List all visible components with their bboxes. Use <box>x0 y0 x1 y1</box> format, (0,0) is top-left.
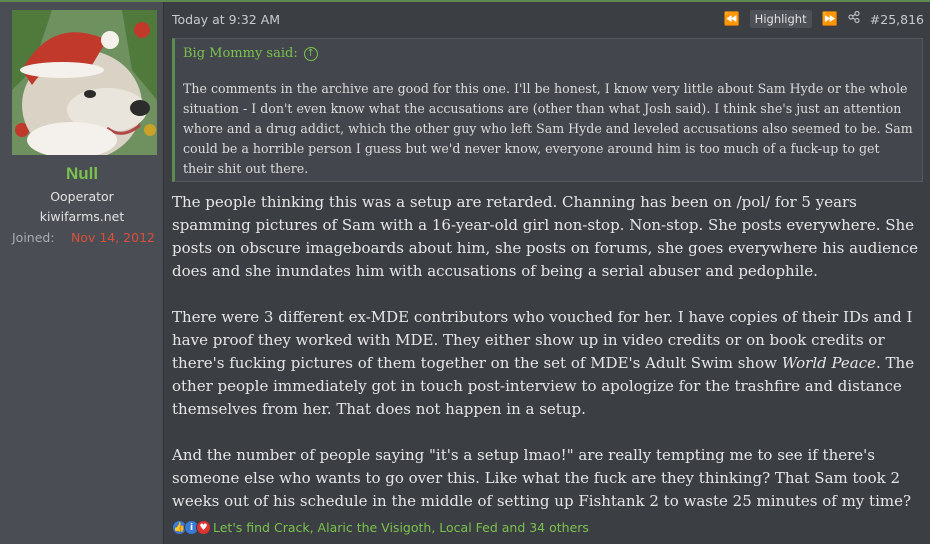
reaction-icons[interactable]: 👍 i ♥ <box>172 520 211 535</box>
joined-date: Nov 14, 2012 <box>70 230 155 245</box>
show-title: World Peace <box>781 354 877 372</box>
post-main: Today at 9:32 AM ⏪ Highlight ⏩ #25,816 B… <box>165 2 930 544</box>
love-reaction-icon: ♥ <box>196 520 211 535</box>
post-paragraph: There were 3 different ex-MDE contributo… <box>172 308 915 418</box>
username[interactable]: Null <box>0 164 164 184</box>
post-actions: ⏪ Highlight ⏩ #25,816 <box>723 10 924 28</box>
forum-post: Null Ooperator kiwifarms.net Joined: Nov… <box>0 0 930 544</box>
quote-header[interactable]: Big Mommy said: ↑ <box>183 46 318 61</box>
quote-jump-icon[interactable]: ↑ <box>303 46 318 61</box>
avatar[interactable] <box>12 10 157 155</box>
reactions-summary[interactable]: Let's find Crack, Alaric the Visigoth, L… <box>213 520 589 535</box>
post-paragraph: The people thinking this was a setup are… <box>172 193 918 280</box>
first-post-icon[interactable]: ⏪ <box>723 12 739 27</box>
user-sidebar: Null Ooperator kiwifarms.net Joined: Nov… <box>0 2 164 544</box>
post-paragraph: And the number of people saying "it's a … <box>172 446 912 510</box>
joined-label: Joined: <box>12 230 55 245</box>
quote-author[interactable]: Big Mommy said: <box>183 46 298 61</box>
last-post-icon[interactable]: ⏩ <box>822 12 838 27</box>
user-title: Ooperator <box>50 189 114 204</box>
post-body: The people thinking this was a setup are… <box>172 191 927 536</box>
user-banner: kiwifarms.net <box>39 209 125 224</box>
post-timestamp[interactable]: Today at 9:32 AM <box>172 12 280 27</box>
quote-block: Big Mommy said: ↑ The comments in the ar… <box>172 38 923 182</box>
share-icon[interactable] <box>848 10 860 27</box>
avatar-image <box>12 10 157 155</box>
post-number[interactable]: #25,816 <box>870 12 924 27</box>
reactions-bar[interactable]: 👍 i ♥ Let's find Crack, Alaric the Visig… <box>172 520 589 535</box>
quote-text: The comments in the archive are good for… <box>183 81 913 176</box>
highlight-button[interactable]: Highlight <box>749 10 812 28</box>
